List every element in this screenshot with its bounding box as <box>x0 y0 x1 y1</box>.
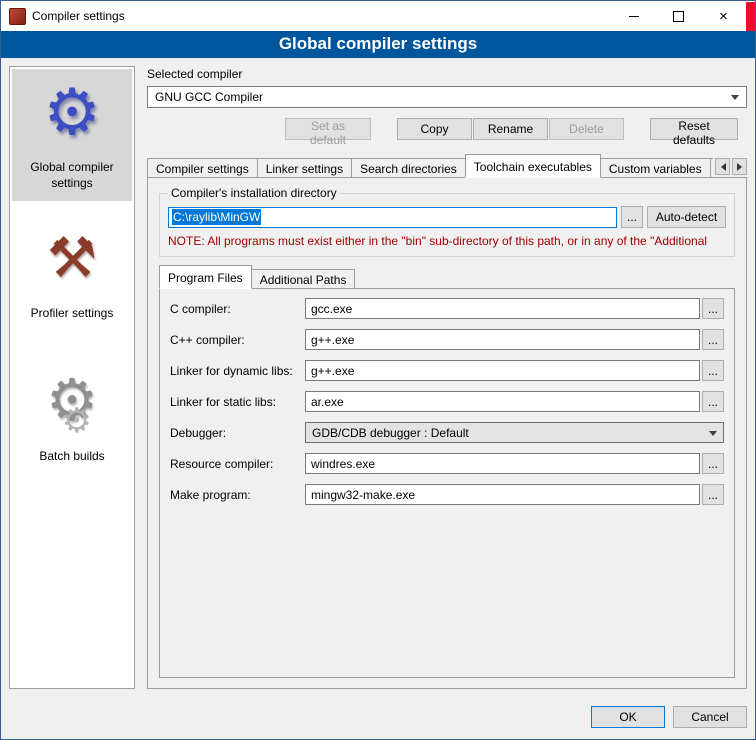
sidebar-spacer <box>12 332 132 358</box>
c-compiler-label: C compiler: <box>170 302 305 316</box>
make-program-value: mingw32-make.exe <box>311 488 415 502</box>
resource-compiler-browse-button[interactable]: ... <box>702 453 724 474</box>
c-compiler-row: C compiler: gcc.exe ... <box>170 298 724 319</box>
chevron-down-icon <box>731 95 739 104</box>
chevron-right-icon <box>737 163 746 171</box>
gray-gears-icon <box>46 368 98 434</box>
cpp-compiler-value: g++.exe <box>311 333 354 347</box>
debugger-row: Debugger: GDB/CDB debugger : Default <box>170 422 724 443</box>
minimize-icon <box>629 16 639 17</box>
titlebar[interactable]: Compiler settings × <box>1 1 755 31</box>
cpp-compiler-label: C++ compiler: <box>170 333 305 347</box>
debugger-select-value: GDB/CDB debugger : Default <box>312 426 469 440</box>
compiler-select[interactable]: GNU GCC Compiler <box>147 86 747 108</box>
c-compiler-value: gcc.exe <box>311 302 352 316</box>
static-linker-row: Linker for static libs: ar.exe ... <box>170 391 724 412</box>
maximize-button[interactable] <box>656 1 701 31</box>
static-linker-browse-button[interactable]: ... <box>702 391 724 412</box>
compiler-select-value: GNU GCC Compiler <box>155 90 263 104</box>
resource-compiler-label: Resource compiler: <box>170 457 305 471</box>
make-program-row: Make program: mingw32-make.exe ... <box>170 484 724 505</box>
sidebar-item-global-compiler-settings[interactable]: Global compiler settings <box>12 69 132 201</box>
resource-compiler-input[interactable]: windres.exe <box>305 453 700 474</box>
selected-compiler-label: Selected compiler <box>147 67 747 81</box>
delete-button[interactable]: Delete <box>549 118 624 140</box>
debugger-select[interactable]: GDB/CDB debugger : Default <box>305 422 724 443</box>
installation-directory-group: Compiler's installation directory C:\ray… <box>159 186 735 257</box>
toolchain-executables-page: Compiler's installation directory C:\ray… <box>147 177 747 689</box>
blue-gear-icon <box>43 79 100 145</box>
dialog-body: Global compiler settings Profiler settin… <box>1 58 755 697</box>
cpp-compiler-browse-button[interactable]: ... <box>702 329 724 350</box>
minimize-button[interactable] <box>611 1 656 31</box>
subtab-program-files[interactable]: Program Files <box>159 265 252 289</box>
cpp-compiler-row: C++ compiler: g++.exe ... <box>170 329 724 350</box>
dynamic-linker-value: g++.exe <box>311 364 354 378</box>
tab-linker-settings[interactable]: Linker settings <box>257 158 352 178</box>
close-icon: × <box>719 9 728 24</box>
subtab-additional-paths[interactable]: Additional Paths <box>251 269 356 289</box>
dialog-heading: Global compiler settings <box>1 31 755 58</box>
compiler-actions: Set as default Copy Rename Delete Reset … <box>147 118 747 140</box>
tab-scroll-right-button[interactable] <box>732 158 747 175</box>
titlebar-red-artifact <box>746 2 755 31</box>
c-compiler-browse-button[interactable]: ... <box>702 298 724 319</box>
installation-directory-row: C:\raylib\MinGW ... Auto-detect <box>168 206 726 228</box>
rename-button[interactable]: Rename <box>473 118 548 140</box>
profiler-tools-icon <box>47 225 97 291</box>
make-program-input[interactable]: mingw32-make.exe <box>305 484 700 505</box>
dynamic-linker-label: Linker for dynamic libs: <box>170 364 305 378</box>
sidebar-item-label: Batch builds <box>39 448 104 464</box>
dynamic-linker-row: Linker for dynamic libs: g++.exe ... <box>170 360 724 381</box>
ok-button[interactable]: OK <box>591 706 665 728</box>
resource-compiler-row: Resource compiler: windres.exe ... <box>170 453 724 474</box>
static-linker-input[interactable]: ar.exe <box>305 391 700 412</box>
window-title: Compiler settings <box>32 9 125 23</box>
compiler-settings-window: Compiler settings × Global compiler sett… <box>0 0 756 740</box>
static-linker-label: Linker for static libs: <box>170 395 305 409</box>
window-icon <box>9 8 26 25</box>
tab-compiler-settings[interactable]: Compiler settings <box>147 158 258 178</box>
program-files-tab-strip: Program Files Additional Paths <box>159 265 735 289</box>
reset-defaults-button[interactable]: Reset defaults <box>650 118 738 140</box>
installation-directory-input[interactable]: C:\raylib\MinGW <box>168 207 617 228</box>
tab-custom-variables[interactable]: Custom variables <box>600 158 711 178</box>
tab-search-directories[interactable]: Search directories <box>351 158 466 178</box>
set-as-default-button[interactable]: Set as default <box>285 118 371 140</box>
close-button[interactable]: × <box>701 1 746 31</box>
sidebar-item-batch-builds[interactable]: Batch builds <box>12 358 132 474</box>
c-compiler-input[interactable]: gcc.exe <box>305 298 700 319</box>
resource-compiler-value: windres.exe <box>311 457 375 471</box>
program-files-page: C compiler: gcc.exe ... C++ compiler: g+… <box>159 288 735 678</box>
installation-directory-value: C:\raylib\MinGW <box>172 209 261 225</box>
chevron-left-icon <box>717 163 726 171</box>
make-program-label: Make program: <box>170 488 305 502</box>
main-panel: Selected compiler GNU GCC Compiler Set a… <box>147 66 747 689</box>
installation-note-text: NOTE: All programs must exist either in … <box>168 234 726 248</box>
tab-scroll-controls <box>713 158 747 175</box>
installation-directory-group-title: Compiler's installation directory <box>168 186 340 200</box>
sidebar-item-profiler-settings[interactable]: Profiler settings <box>12 215 132 331</box>
settings-tab-strip: Compiler settings Linker settings Search… <box>147 154 747 178</box>
tab-scroll-left-button[interactable] <box>715 158 730 175</box>
static-linker-value: ar.exe <box>311 395 344 409</box>
chevron-down-icon <box>709 431 717 440</box>
sidebar-item-label: Global compiler settings <box>14 159 130 191</box>
maximize-icon <box>673 11 684 22</box>
copy-button[interactable]: Copy <box>397 118 472 140</box>
category-sidebar: Global compiler settings Profiler settin… <box>9 66 135 689</box>
cpp-compiler-input[interactable]: g++.exe <box>305 329 700 350</box>
make-program-browse-button[interactable]: ... <box>702 484 724 505</box>
auto-detect-button[interactable]: Auto-detect <box>647 206 726 228</box>
browse-directory-button[interactable]: ... <box>621 206 643 228</box>
dynamic-linker-browse-button[interactable]: ... <box>702 360 724 381</box>
debugger-label: Debugger: <box>170 426 305 440</box>
sidebar-item-label: Profiler settings <box>31 305 114 321</box>
cancel-button[interactable]: Cancel <box>673 706 747 728</box>
tab-toolchain-executables[interactable]: Toolchain executables <box>465 154 601 178</box>
sidebar-spacer <box>12 201 132 215</box>
dynamic-linker-input[interactable]: g++.exe <box>305 360 700 381</box>
dialog-footer: OK Cancel <box>1 697 755 739</box>
